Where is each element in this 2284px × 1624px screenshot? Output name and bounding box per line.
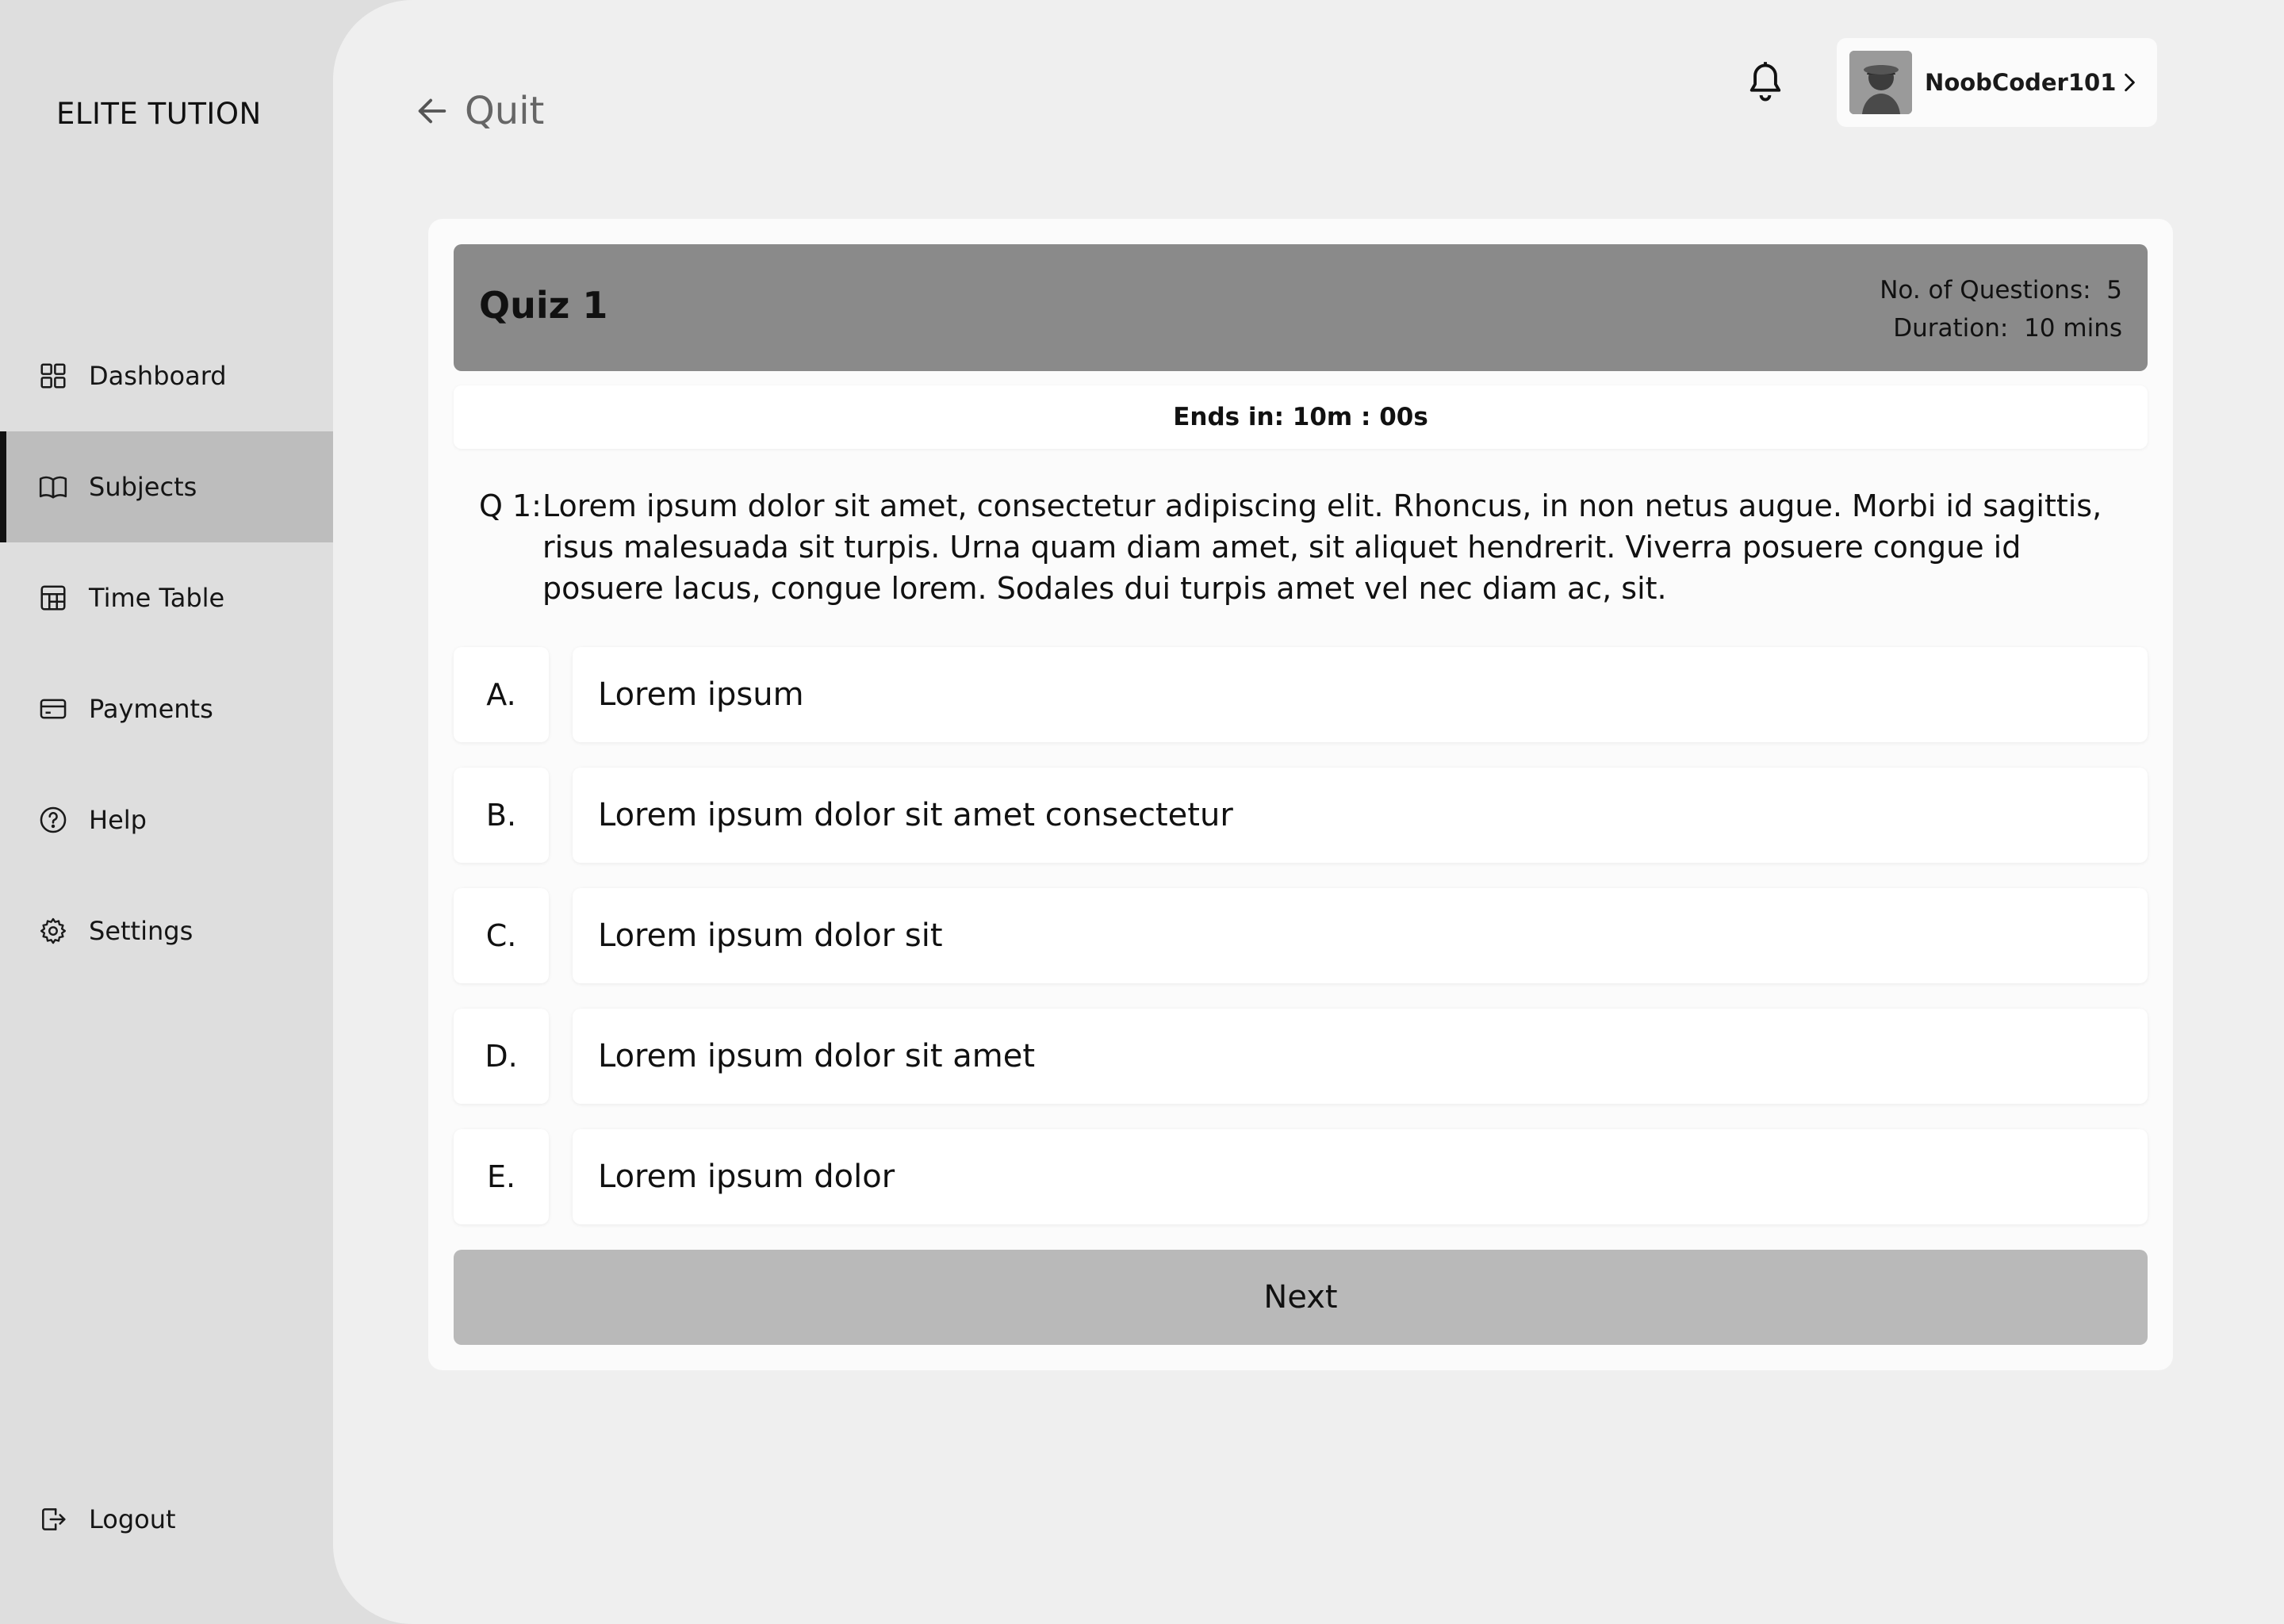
quiz-meta: No. of Questions: 5 Duration: 10 mins (1880, 271, 2122, 347)
gear-icon (38, 916, 68, 946)
duration-value: 10 mins (2024, 314, 2122, 343)
question-number: Q 1: (479, 488, 542, 523)
option-a[interactable]: Lorem ipsum (573, 647, 2148, 742)
duration-label: Duration: (1893, 314, 2009, 343)
option-c-letter[interactable]: C. (454, 888, 549, 983)
sidebar-item-label: Dashboard (89, 361, 227, 391)
question-text: Lorem ipsum dolor sit amet, consectetur … (542, 488, 2102, 606)
user-profile-menu[interactable]: NoobCoder101 (1837, 38, 2157, 127)
timer-label: Ends in: (1173, 403, 1284, 431)
sidebar-item-label: Subjects (89, 472, 197, 502)
question-count-row: No. of Questions: 5 (1880, 271, 2122, 309)
countdown-timer: Ends in: 10m : 00s (454, 385, 2148, 449)
brand-logo-text: ELITE TUTION (56, 97, 262, 131)
option-d[interactable]: Lorem ipsum dolor sit amet (573, 1009, 2148, 1104)
username: NoobCoder101 (1925, 69, 2117, 96)
quit-label: Quit (465, 89, 545, 133)
logout-label: Logout (89, 1504, 176, 1534)
sidebar-item-help[interactable]: Help (0, 764, 333, 875)
arrow-left-icon (418, 98, 446, 124)
question-count-value: 5 (2106, 276, 2122, 304)
notification-bell-button[interactable] (1745, 60, 1786, 105)
help-circle-icon (38, 805, 68, 835)
sidebar: ELITE TUTION Dashboard Subjects Time Tab… (0, 0, 333, 1624)
option-b-letter[interactable]: B. (454, 768, 549, 863)
option-d-letter[interactable]: D. (454, 1009, 549, 1104)
sidebar-item-settings[interactable]: Settings (0, 875, 333, 986)
avatar (1849, 51, 1913, 114)
main-panel: Quit NoobCoder101 Quiz 1 No. of Question… (333, 0, 2284, 1624)
quiz-header: Quiz 1 No. of Questions: 5 Duration: 10 … (454, 244, 2148, 371)
option-e[interactable]: Lorem ipsum dolor (573, 1129, 2148, 1224)
table-icon (38, 583, 68, 613)
bell-icon (1749, 62, 1781, 102)
logout-icon (38, 1504, 68, 1534)
sidebar-item-label: Help (89, 805, 147, 835)
sidebar-item-dashboard[interactable]: Dashboard (0, 320, 333, 431)
question-text-block: Q 1: Lorem ipsum dolor sit amet, consect… (479, 485, 2121, 609)
quit-button[interactable]: Quit (414, 89, 544, 133)
sidebar-item-label: Settings (89, 916, 194, 946)
quiz-card: Quiz 1 No. of Questions: 5 Duration: 10 … (428, 219, 2173, 1370)
timer-value: 10m : 00s (1292, 403, 1428, 431)
next-button[interactable]: Next (454, 1250, 2148, 1345)
sidebar-item-label: Time Table (89, 583, 225, 613)
question-count-label: No. of Questions: (1880, 276, 2091, 304)
duration-row: Duration: 10 mins (1880, 309, 2122, 347)
credit-card-icon (38, 694, 68, 724)
sidebar-item-subjects[interactable]: Subjects (0, 431, 333, 542)
sidebar-item-time-table[interactable]: Time Table (0, 542, 333, 653)
chevron-right-icon (2125, 73, 2136, 92)
sidebar-item-label: Payments (89, 694, 213, 724)
quiz-title: Quiz 1 (479, 284, 608, 327)
option-e-letter[interactable]: E. (454, 1129, 549, 1224)
option-a-letter[interactable]: A. (454, 647, 549, 742)
sidebar-item-payments[interactable]: Payments (0, 653, 333, 764)
option-c[interactable]: Lorem ipsum dolor sit (573, 888, 2148, 983)
grid-icon (38, 361, 68, 391)
book-icon (38, 472, 68, 502)
option-b[interactable]: Lorem ipsum dolor sit amet consectetur (573, 768, 2148, 863)
logout-button[interactable]: Logout (0, 1464, 333, 1575)
